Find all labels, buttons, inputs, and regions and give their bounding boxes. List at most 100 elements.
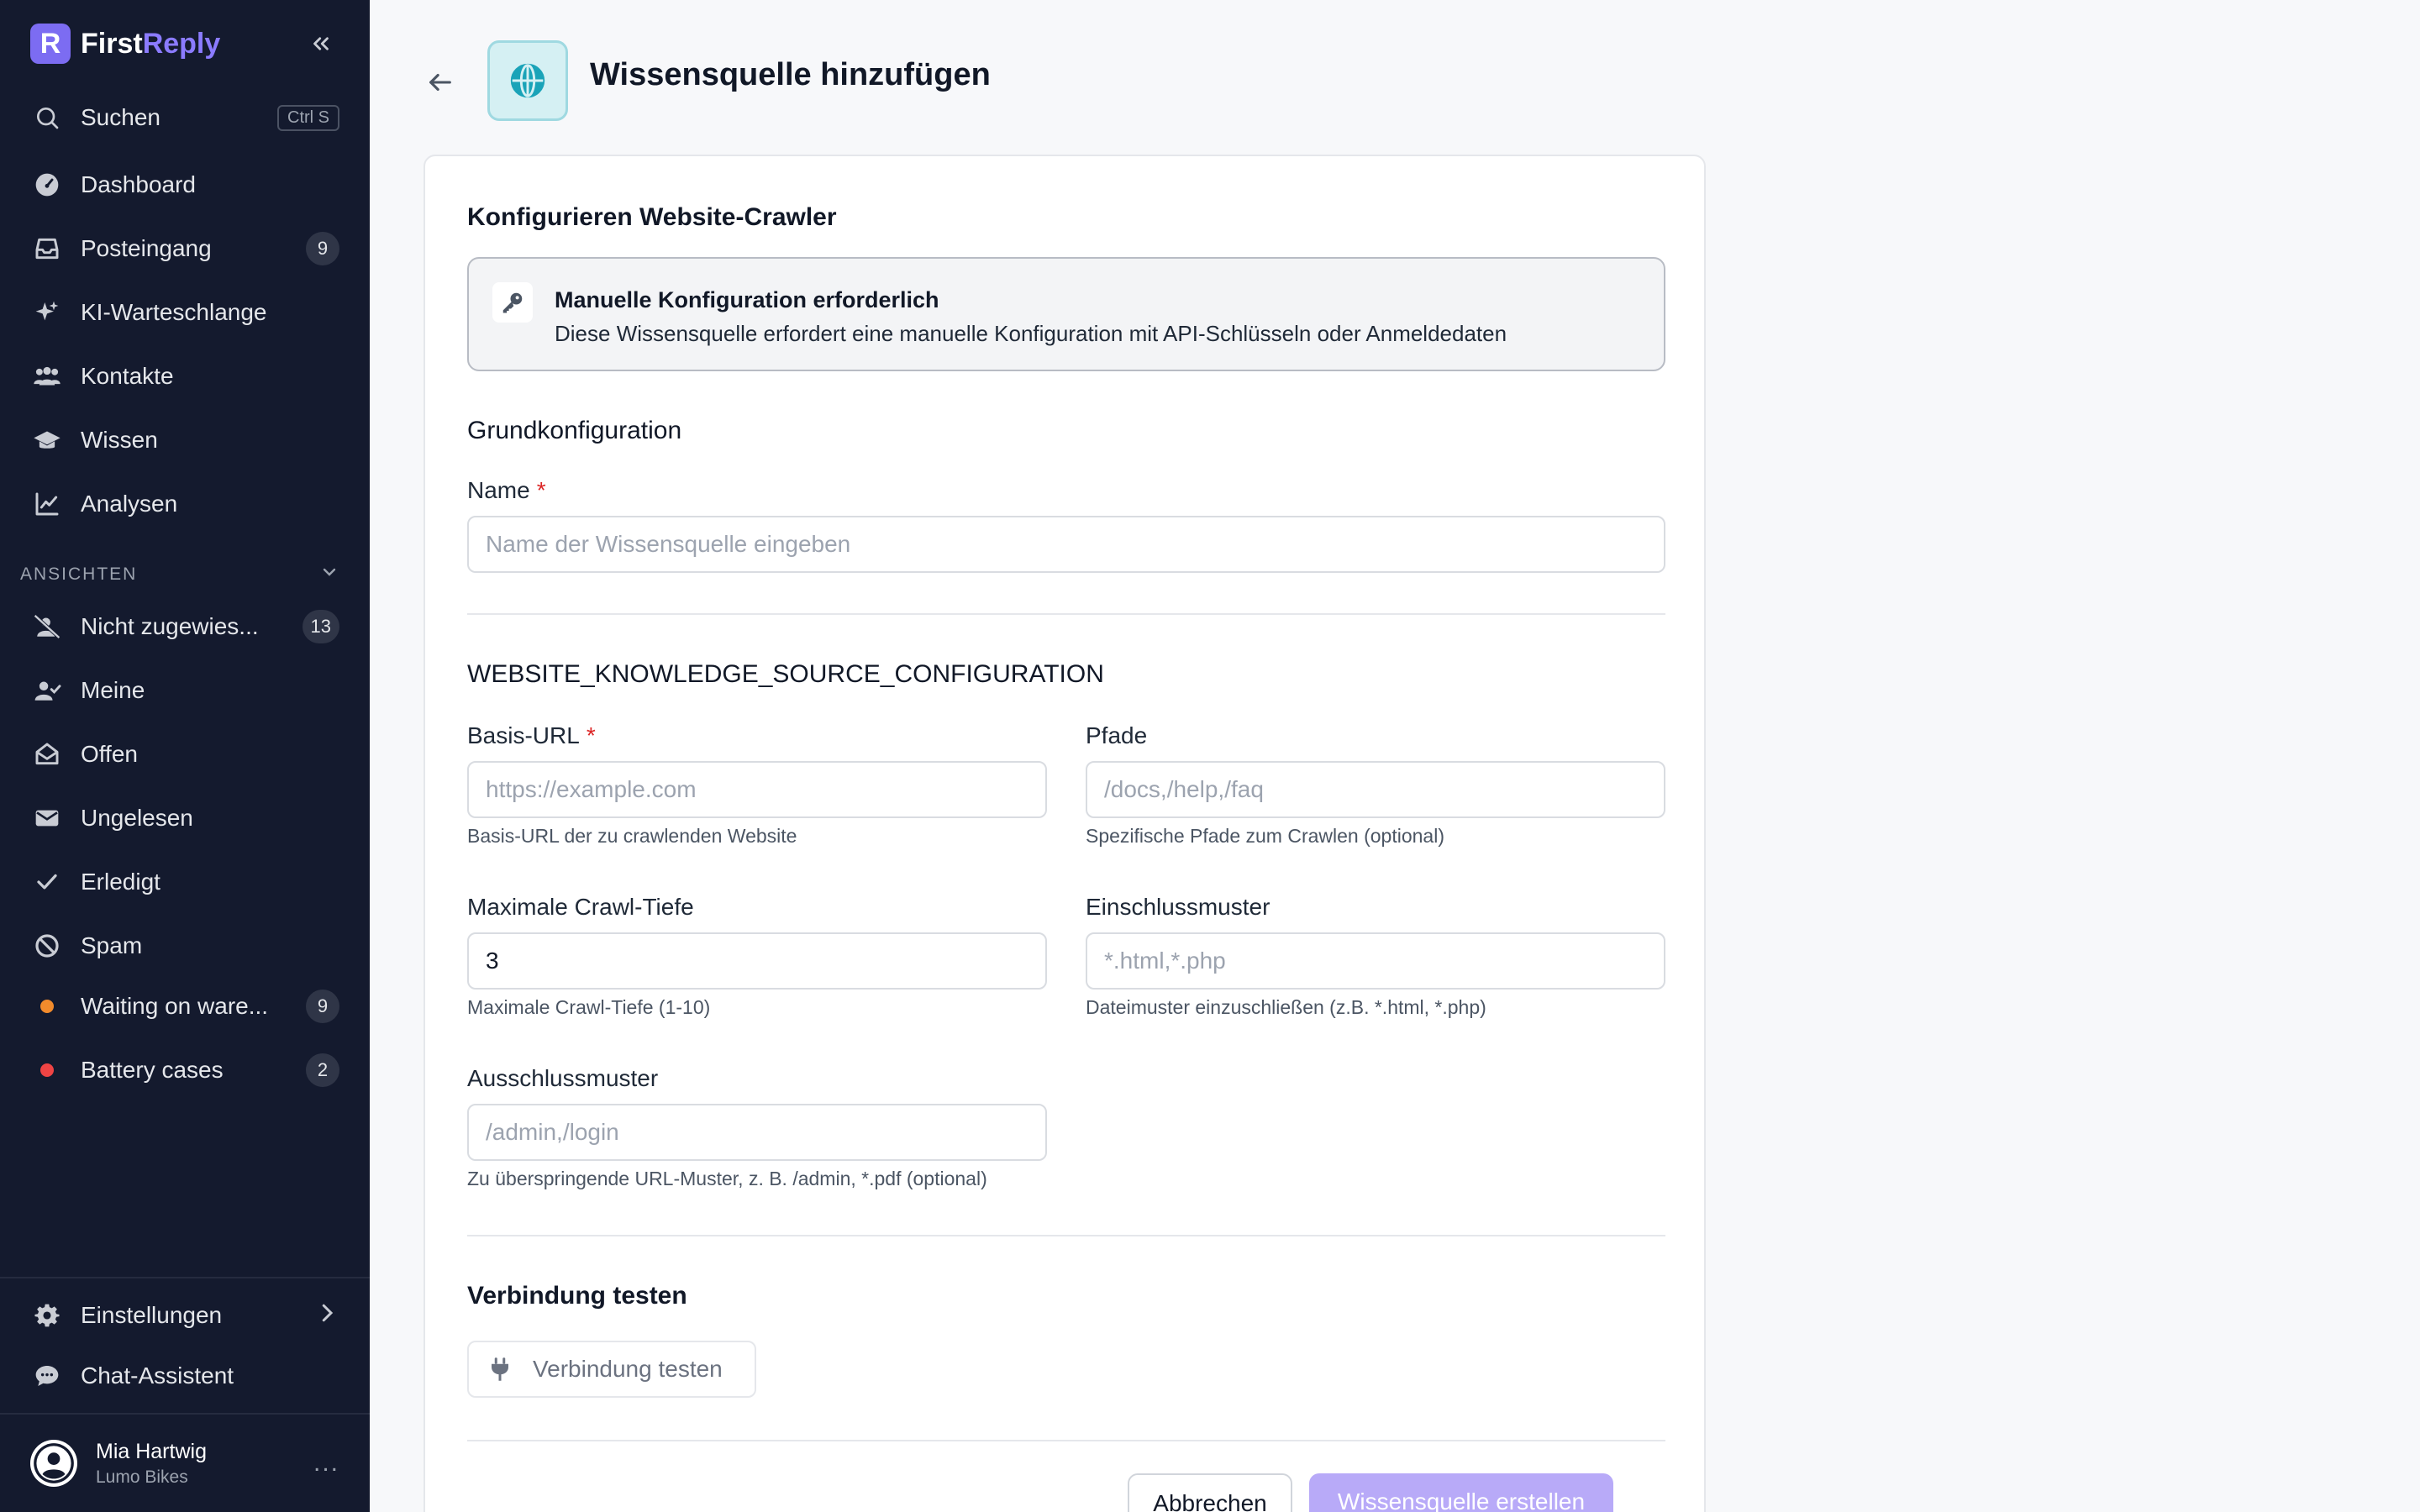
logo-mark: R	[30, 24, 71, 64]
sidebar-item-analytics[interactable]: Analysen	[30, 480, 339, 528]
include-pattern-input[interactable]	[1086, 932, 1665, 990]
notice-description: Diese Wissensquelle erfordert eine manue…	[555, 321, 1507, 346]
count-badge: 9	[306, 990, 339, 1023]
section-title-basic: Grundkonfiguration	[467, 417, 682, 444]
section-title-config: WEBSITE_KNOWLEDGE_SOURCE_CONFIGURATION	[467, 660, 1104, 688]
status-dot-container	[30, 990, 64, 1023]
search-item[interactable]: Suchen Ctrl S	[30, 94, 339, 141]
more-options-button[interactable]: ...	[313, 1449, 339, 1478]
user-slash-icon	[30, 610, 64, 643]
section-title-crawler: Konfigurieren Website-Crawler	[467, 203, 837, 231]
sidebar-item-inbox[interactable]: Posteingang 9	[30, 225, 339, 272]
status-dot-container	[30, 1053, 64, 1087]
logo-first: First	[81, 27, 143, 60]
sidebar-divider	[0, 1277, 370, 1278]
sidebar-item-label: Chat-Assistent	[81, 1362, 234, 1389]
view-item-battery-cases[interactable]: Battery cases 2	[30, 1047, 339, 1094]
search-shortcut: Ctrl S	[277, 104, 339, 131]
exclude-pattern-input[interactable]	[467, 1104, 1047, 1161]
sidebar-item-label: Kontakte	[81, 363, 174, 389]
exclude-pattern-hint: Zu überspringende URL-Muster, z. B. /adm…	[467, 1168, 987, 1189]
search-label: Suchen	[81, 104, 160, 130]
view-item-label: Meine	[81, 677, 145, 703]
key-icon	[502, 292, 523, 313]
gear-icon	[30, 1299, 64, 1332]
views-header-label: ANSICHTEN	[20, 564, 138, 584]
paths-hint: Spezifische Pfade zum Crawlen (optional)	[1086, 825, 1444, 847]
view-item-label: Waiting on ware...	[81, 993, 269, 1019]
view-item-open[interactable]: Offen	[30, 731, 339, 778]
sidebar-item-settings[interactable]: Einstellungen	[30, 1292, 339, 1339]
view-item-spam[interactable]: Spam	[30, 922, 339, 969]
sidebar-item-ai-queue[interactable]: KI-Warteschlange	[30, 289, 339, 336]
view-item-unassigned[interactable]: Nicht zugewies... 13	[30, 603, 339, 650]
sidebar: R FirstReply Suchen Ctrl S Dashboard Pos…	[0, 0, 370, 1512]
name-input[interactable]	[467, 516, 1665, 573]
base-url-label: Basis-URL *	[467, 722, 596, 749]
collapse-sidebar-button[interactable]	[302, 25, 339, 62]
view-item-label: Battery cases	[81, 1057, 224, 1083]
test-connection-button[interactable]: Verbindung testen	[467, 1341, 756, 1398]
user-check-icon	[30, 674, 64, 707]
base-url-input[interactable]	[467, 761, 1047, 818]
sidebar-item-label: KI-Warteschlange	[81, 299, 267, 325]
section-title-test: Verbindung testen	[467, 1282, 687, 1310]
section-divider	[467, 1440, 1665, 1441]
check-icon	[30, 865, 64, 899]
test-connection-label: Verbindung testen	[533, 1356, 723, 1382]
view-item-mine[interactable]: Meine	[30, 667, 339, 714]
main-content: Wissensquelle hinzufügen Konfigurieren W…	[370, 0, 2420, 1512]
view-item-label: Erledigt	[81, 869, 160, 895]
create-knowledge-source-button[interactable]: Wissensquelle erstellen	[1309, 1473, 1613, 1512]
manual-config-notice: Manuelle Konfiguration erforderlich Dies…	[467, 257, 1665, 371]
page-title: Wissensquelle hinzufügen	[590, 57, 991, 92]
notice-title: Manuelle Konfiguration erforderlich	[555, 287, 939, 312]
sidebar-item-label: Einstellungen	[81, 1302, 223, 1328]
avatar	[30, 1440, 77, 1487]
status-dot-orange	[40, 1000, 54, 1013]
view-item-label: Spam	[81, 932, 143, 958]
include-pattern-label: Einschlussmuster	[1086, 894, 1270, 920]
users-icon	[30, 360, 64, 393]
user-profile[interactable]: Mia Hartwig Lumo Bikes ...	[30, 1435, 339, 1492]
back-button[interactable]	[420, 62, 460, 102]
exclude-pattern-label: Ausschlussmuster	[467, 1065, 659, 1091]
cancel-button[interactable]: Abbrechen	[1128, 1473, 1292, 1512]
required-mark: *	[536, 477, 546, 503]
search-icon	[30, 101, 64, 134]
chevron-right-icon	[314, 1300, 339, 1331]
sidebar-divider	[0, 1413, 370, 1415]
base-url-label-text: Basis-URL	[467, 722, 580, 748]
logo-text[interactable]: FirstReply	[81, 28, 220, 60]
max-depth-input[interactable]	[467, 932, 1047, 990]
sidebar-item-label: Dashboard	[81, 171, 196, 197]
paths-input[interactable]	[1086, 761, 1665, 818]
user-avatar-icon	[34, 1443, 74, 1483]
view-item-done[interactable]: Erledigt	[30, 858, 339, 906]
sparkles-icon	[30, 296, 64, 329]
arrow-left-icon	[429, 73, 451, 92]
user-meta: Mia Hartwig Lumo Bikes	[96, 1440, 207, 1488]
view-item-unread[interactable]: Ungelesen	[30, 795, 339, 842]
views-section-header[interactable]: ANSICHTEN	[20, 561, 339, 588]
user-name: Mia Hartwig	[96, 1439, 207, 1463]
sidebar-item-label: Analysen	[81, 491, 178, 517]
sidebar-item-dashboard[interactable]: Dashboard	[30, 161, 339, 208]
status-dot-red	[40, 1063, 54, 1077]
logo-accent: Reply	[142, 27, 221, 60]
view-item-label: Offen	[81, 741, 138, 767]
form-card: Konfigurieren Website-Crawler Manuelle K…	[424, 155, 1706, 1512]
chevrons-left-icon	[313, 37, 329, 50]
section-divider	[467, 613, 1665, 615]
page-icon	[487, 40, 568, 121]
view-item-waiting-on-warehouse[interactable]: Waiting on ware... 9	[30, 983, 339, 1030]
ban-icon	[30, 929, 64, 963]
chevron-down-icon	[319, 562, 339, 587]
sidebar-item-chat-assistant[interactable]: Chat-Assistent	[30, 1352, 339, 1399]
sidebar-item-contacts[interactable]: Kontakte	[30, 353, 339, 400]
sidebar-item-knowledge[interactable]: Wissen	[30, 417, 339, 464]
chat-bubble-icon	[30, 1359, 64, 1393]
graduation-cap-icon	[30, 423, 64, 457]
include-pattern-hint: Dateimuster einzuschließen (z.B. *.html,…	[1086, 996, 1486, 1018]
view-item-label: Ungelesen	[81, 805, 193, 831]
